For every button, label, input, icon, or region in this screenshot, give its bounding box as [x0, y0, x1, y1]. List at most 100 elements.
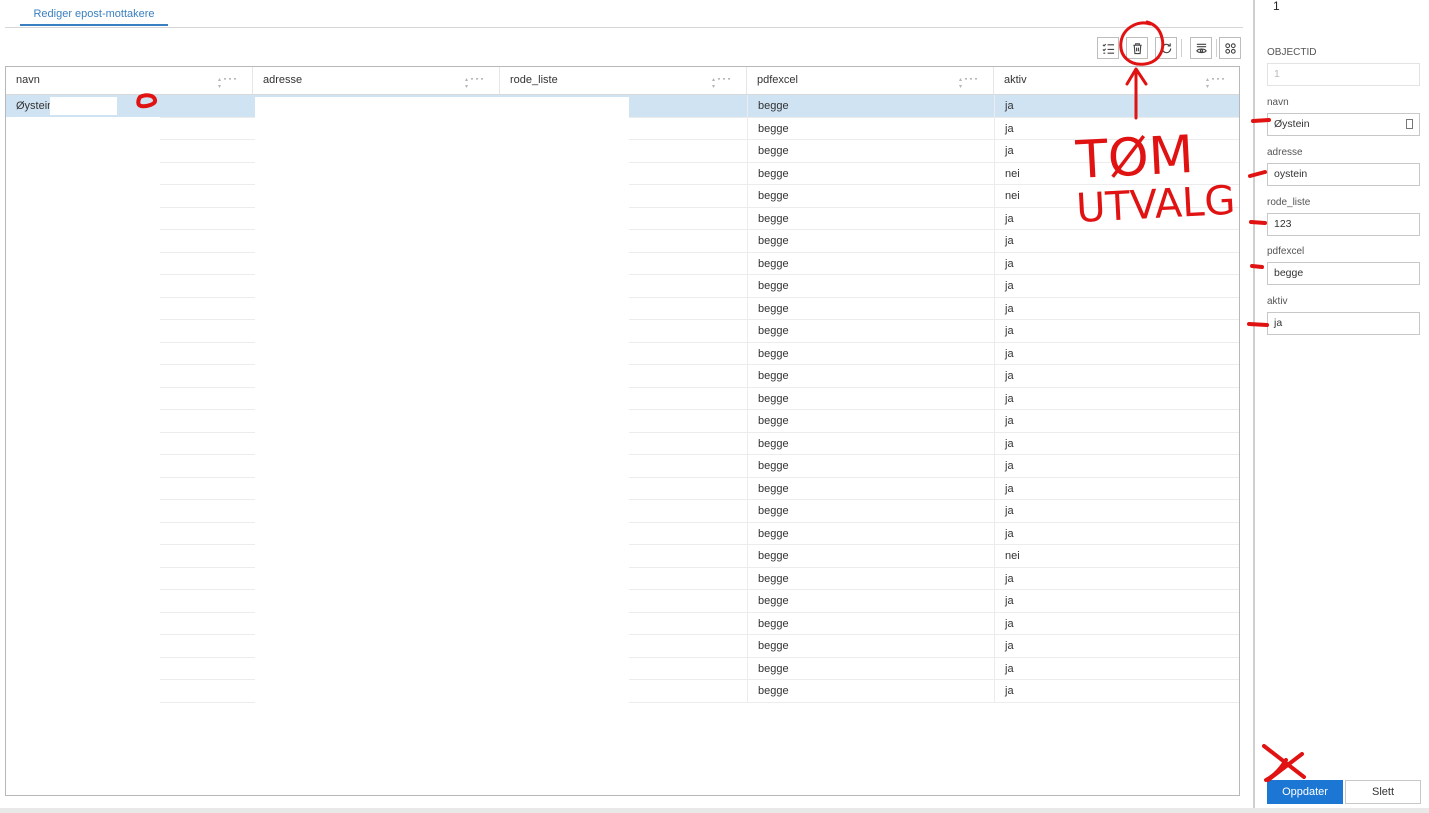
column-menu-icon[interactable]: ··· [964, 67, 979, 92]
table-cell-pdfexcel[interactable]: begge [747, 230, 994, 252]
table-cell-aktiv[interactable]: ja [994, 230, 1239, 252]
field-input-rode_liste[interactable]: 123 [1267, 213, 1420, 236]
field-label-aktiv: aktiv [1267, 296, 1288, 307]
table-cell-aktiv[interactable]: nei [994, 545, 1239, 567]
table-header: navn ▴▾ ··· adresse ▴▾ ··· rode_liste ▴▾ ··· pdfe… [6, 67, 1239, 95]
update-button[interactable]: Oppdater [1267, 780, 1343, 804]
tab-rediger-epost-mottakere[interactable]: Rediger epost-mottakere [20, 0, 168, 26]
table-cell-aktiv[interactable]: ja [994, 455, 1239, 477]
table-cell-pdfexcel[interactable]: begge [747, 117, 994, 140]
table-cell-pdfexcel[interactable]: begge [747, 275, 994, 297]
column-menu-icon[interactable]: ··· [1211, 67, 1226, 92]
column-header-rode_liste[interactable]: rode_liste ▴▾ ··· [500, 67, 747, 94]
table-cell-aktiv[interactable]: ja [994, 522, 1239, 545]
column-menu-icon[interactable]: ··· [717, 67, 732, 92]
text-edit-icon[interactable] [1406, 119, 1413, 129]
table-cell-aktiv[interactable]: ja [994, 207, 1239, 230]
table-cell-pdfexcel[interactable]: begge [747, 657, 994, 680]
table-cell-aktiv[interactable]: ja [994, 95, 1239, 117]
table-cell-aktiv[interactable]: ja [994, 387, 1239, 410]
table-cell-aktiv[interactable]: ja [994, 567, 1239, 590]
table-cell-aktiv[interactable]: nei [994, 162, 1239, 185]
table-cell-aktiv[interactable]: ja [994, 275, 1239, 297]
column-menu-icon[interactable]: ··· [470, 67, 485, 92]
table-cell-aktiv[interactable]: ja [994, 635, 1239, 657]
table-cell-aktiv[interactable]: ja [994, 252, 1239, 275]
field-input-aktiv[interactable]: ja [1267, 312, 1420, 335]
column-header-label: adresse [263, 74, 303, 86]
table-cell-pdfexcel[interactable]: begge [747, 522, 994, 545]
column-header-aktiv[interactable]: aktiv ▴▾ ··· [994, 67, 1239, 94]
table-cell-aktiv[interactable]: ja [994, 590, 1239, 612]
delete-button[interactable]: Slett [1345, 780, 1421, 804]
show-hide-columns-button[interactable] [1190, 37, 1212, 59]
table-cell-pdfexcel[interactable]: begge [747, 140, 994, 162]
field-value: ja [1274, 317, 1283, 329]
table-cell-aktiv[interactable]: ja [994, 117, 1239, 140]
table-cell-pdfexcel[interactable]: begge [747, 635, 994, 657]
column-header-pdfexcel[interactable]: pdfexcel ▴▾ ··· [747, 67, 994, 94]
checklist-icon [1102, 43, 1114, 54]
table-cell-pdfexcel[interactable]: begge [747, 455, 994, 477]
field-input-objectid: 1 [1267, 63, 1420, 86]
bottom-scrollbar[interactable] [0, 808, 1429, 813]
table-cell-pdfexcel[interactable]: begge [747, 545, 994, 567]
table-cell-pdfexcel[interactable]: begge [747, 477, 994, 500]
table-cell-pdfexcel[interactable]: begge [747, 162, 994, 185]
table-cell-pdfexcel[interactable]: begge [747, 342, 994, 365]
table-cell-aktiv[interactable]: nei [994, 185, 1239, 207]
column-menu-icon[interactable]: ··· [223, 67, 238, 92]
table-cell-pdfexcel[interactable]: begge [747, 590, 994, 612]
table-cell-aktiv[interactable]: ja [994, 320, 1239, 342]
redaction-mask [255, 97, 629, 703]
table-cell-pdfexcel[interactable]: begge [747, 567, 994, 590]
refresh-button[interactable] [1155, 37, 1177, 59]
data-table: navn ▴▾ ··· adresse ▴▾ ··· rode_liste ▴▾ ··· pdfe… [5, 66, 1240, 796]
table-cell-aktiv[interactable]: ja [994, 297, 1239, 320]
table-cell-aktiv[interactable]: ja [994, 410, 1239, 432]
table-cell-pdfexcel[interactable]: begge [747, 365, 994, 387]
layout-options-button[interactable] [1219, 37, 1241, 59]
table-cell-pdfexcel[interactable]: begge [747, 207, 994, 230]
table-cell-pdfexcel[interactable]: begge [747, 612, 994, 635]
select-toggle-button[interactable] [1097, 37, 1119, 59]
column-header-navn[interactable]: navn ▴▾ ··· [6, 67, 253, 94]
table-cell-aktiv[interactable]: ja [994, 657, 1239, 680]
table-cell-pdfexcel[interactable]: begge [747, 252, 994, 275]
table-cell-pdfexcel[interactable]: begge [747, 410, 994, 432]
table-cell-aktiv[interactable]: ja [994, 365, 1239, 387]
field-value: 1 [1274, 68, 1280, 80]
column-header-adresse[interactable]: adresse ▴▾ ··· [253, 67, 500, 94]
table-cell-pdfexcel[interactable]: begge [747, 297, 994, 320]
field-input-navn[interactable]: Øystein [1267, 113, 1420, 136]
show-hide-icon [1195, 43, 1207, 53]
clear-selection-button[interactable] [1126, 37, 1148, 59]
table-cell-aktiv[interactable]: ja [994, 680, 1239, 702]
table-cell-aktiv[interactable]: ja [994, 140, 1239, 162]
feature-form-panel: 1 OBJECTID 1 navn Øystein adresse oystein rode… [1256, 0, 1429, 813]
table-cell-aktiv[interactable]: ja [994, 500, 1239, 522]
table-cell-aktiv[interactable]: ja [994, 477, 1239, 500]
table-cell-pdfexcel[interactable]: begge [747, 185, 994, 207]
toolbar-divider [1181, 39, 1182, 57]
field-input-adresse[interactable]: oystein [1267, 163, 1420, 186]
table-cell-pdfexcel[interactable]: begge [747, 432, 994, 455]
table-cell-aktiv[interactable]: ja [994, 342, 1239, 365]
redaction-mask [6, 117, 160, 703]
table-cell-pdfexcel[interactable]: begge [747, 95, 994, 117]
table-cell-pdfexcel[interactable]: begge [747, 387, 994, 410]
column-header-label: navn [16, 74, 40, 86]
trash-icon [1132, 42, 1142, 54]
table-cell-pdfexcel[interactable]: begge [747, 680, 994, 702]
selection-count: 1 [1273, 0, 1280, 13]
field-label-navn: navn [1267, 97, 1289, 108]
table-cell-pdfexcel[interactable]: begge [747, 500, 994, 522]
table-cell-aktiv[interactable]: ja [994, 612, 1239, 635]
grid-icon [1224, 42, 1236, 54]
table-cell-pdfexcel[interactable]: begge [747, 320, 994, 342]
field-label-rode_liste: rode_liste [1267, 197, 1311, 208]
field-input-pdfexcel[interactable]: begge [1267, 262, 1420, 285]
table-cell-navn[interactable]: Øystein [6, 95, 253, 117]
panel-splitter[interactable] [1253, 0, 1255, 813]
table-cell-aktiv[interactable]: ja [994, 432, 1239, 455]
